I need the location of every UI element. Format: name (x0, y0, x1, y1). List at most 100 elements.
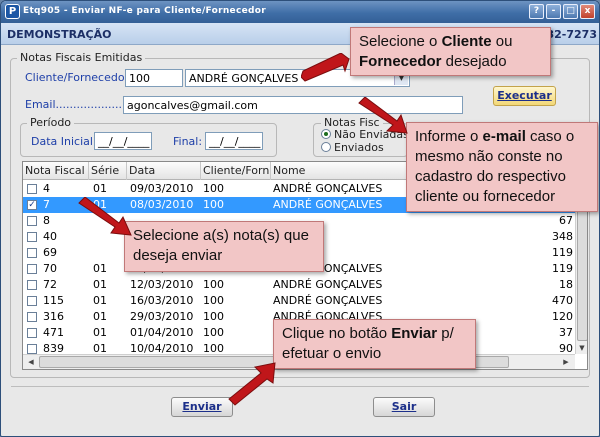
arrow-to-email-icon (358, 97, 408, 134)
cell-cliente: 100 (203, 310, 224, 323)
arrow-to-notas-icon (78, 197, 132, 236)
checkbox-icon[interactable] (27, 296, 37, 306)
callout-email: Informe o e-mail caso o mesmo não conste… (406, 122, 598, 212)
close-icon[interactable]: x (580, 4, 595, 19)
data-final-input[interactable]: __/__/____ (205, 132, 263, 150)
callout-1-bold-cliente: Cliente (441, 33, 492, 50)
callout-select-notas: Selecione a(s) nota(s) que deseja enviar (124, 221, 324, 272)
cell-nome: ANDRÉ GONÇALVES (273, 198, 383, 211)
cell-nota-fiscal: 70 (43, 262, 57, 275)
checkbox-icon[interactable] (27, 248, 37, 258)
radio-selected-icon[interactable] (321, 129, 331, 139)
checkbox-icon[interactable] (27, 328, 37, 338)
cell-data: 09/03/2010 (130, 182, 194, 195)
cell-nota-fiscal: 471 (43, 326, 64, 339)
cell-valor: 37 (559, 326, 573, 339)
cell-valor: 470 (552, 294, 573, 307)
callout-2-text: Informe o (415, 128, 483, 145)
email-input[interactable]: agoncalves@gmail.com (123, 96, 463, 114)
callout-enviar: Clique no botão Enviar p/ efetuar o envi… (273, 319, 476, 369)
callout-select-cliente: Selecione o Cliente ou Fornecedor deseja… (350, 27, 551, 76)
sair-button[interactable]: Sair (373, 397, 435, 417)
cell-data: 16/03/2010 (130, 294, 194, 307)
cell-data: 29/03/2010 (130, 310, 194, 323)
data-inicial-label: Data Inicial: (31, 135, 97, 148)
periodo-label: Período (27, 116, 75, 129)
enviar-button[interactable]: Enviar (171, 397, 233, 417)
callout-1-text: Selecione o (359, 33, 442, 50)
cell-nota-fiscal: 316 (43, 310, 64, 323)
cell-nome: ANDRÉ GONÇALVES (273, 278, 383, 291)
cell-nota-fiscal: 8 (43, 214, 50, 227)
checkbox-icon[interactable] (27, 232, 37, 242)
help-icon[interactable]: ? (529, 4, 544, 19)
cell-data: 01/04/2010 (130, 326, 194, 339)
cell-cliente: 100 (203, 326, 224, 339)
checkbox-icon[interactable] (27, 216, 37, 226)
callout-1-text-end: desejado (441, 53, 507, 70)
scroll-down-icon[interactable]: ▼ (576, 342, 587, 354)
checkbox-icon[interactable] (27, 184, 37, 194)
table-row[interactable]: 72 01 12/03/2010 100 ANDRÉ GONÇALVES 18 (23, 277, 575, 293)
callout-1-text-mid: ou (491, 33, 513, 50)
cell-nota-fiscal: 72 (43, 278, 57, 291)
cell-serie: 01 (93, 326, 107, 339)
cell-nota-fiscal: 7 (43, 198, 50, 211)
col-nota-fiscal[interactable]: Nota Fiscal (23, 162, 89, 180)
checkbox-checked-icon[interactable]: ✓ (27, 200, 37, 210)
cell-cliente: 100 (203, 294, 224, 307)
cell-cliente: 100 (203, 278, 224, 291)
executar-button[interactable]: Executar (493, 86, 556, 106)
cell-data: 08/03/2010 (130, 198, 194, 211)
callout-4-text: Clique no botão (282, 325, 392, 342)
col-serie[interactable]: Série (89, 162, 127, 180)
cell-valor: 120 (552, 310, 573, 323)
cliente-name: ANDRÉ GONÇALVES (189, 72, 299, 85)
app-icon: P (5, 4, 20, 19)
callout-3-text: Selecione a(s) nota(s) que deseja enviar (133, 227, 309, 264)
callout-2-bold-email: e-mail (482, 128, 526, 145)
footer-divider (11, 386, 589, 387)
cell-cliente: 100 (203, 198, 224, 211)
cell-cliente: 100 (203, 182, 224, 195)
cell-data: 12/03/2010 (130, 278, 194, 291)
data-final-label: Final: (173, 135, 203, 148)
notas-emitidas-label: Notas Fiscais Emitidas (17, 51, 146, 64)
scroll-left-icon[interactable]: ◀ (25, 356, 37, 368)
window-title: Etq905 - Enviar NF-e para Cliente/Fornec… (23, 6, 266, 16)
cell-valor: 119 (552, 246, 573, 259)
cell-nota-fiscal: 40 (43, 230, 57, 243)
maximize-icon[interactable]: □ (563, 4, 578, 19)
col-cliente[interactable]: Cliente/Forn. (201, 162, 271, 180)
banner-title: DEMONSTRAÇÃO (7, 28, 112, 41)
cell-serie: 01 (93, 310, 107, 323)
cell-serie: 01 (93, 294, 107, 307)
cell-nota-fiscal: 4 (43, 182, 50, 195)
cell-nome: ANDRÉ GONÇALVES (273, 182, 383, 195)
cell-nome: ANDRÉ GONÇALVES (273, 294, 383, 307)
data-inicial-input[interactable]: __/__/____ (94, 132, 152, 150)
callout-4-bold-enviar: Enviar (391, 325, 438, 342)
checkbox-icon[interactable] (27, 344, 37, 354)
cell-valor: 348 (552, 230, 573, 243)
cliente-label: Cliente/Fornecedor: (25, 71, 133, 84)
checkbox-icon[interactable] (27, 280, 37, 290)
table-row[interactable]: 115 01 16/03/2010 100 ANDRÉ GONÇALVES 470 (23, 293, 575, 309)
checkbox-icon[interactable] (27, 312, 37, 322)
arrow-to-enviar-icon (228, 362, 276, 406)
cell-nota-fiscal: 69 (43, 246, 57, 259)
arrow-to-cliente-icon (301, 53, 350, 82)
cliente-code-input[interactable]: 100 (125, 69, 183, 87)
radio-enviados-label: Enviados (334, 141, 384, 154)
col-data[interactable]: Data (127, 162, 201, 180)
title-bar[interactable]: P Etq905 - Enviar NF-e para Cliente/Forn… (1, 1, 599, 23)
radio-enviados[interactable]: Enviados (321, 141, 384, 154)
cell-serie: 01 (93, 278, 107, 291)
callout-1-bold-fornecedor: Fornecedor (359, 53, 442, 70)
radio-unselected-icon[interactable] (321, 142, 331, 152)
cell-nota-fiscal: 115 (43, 294, 64, 307)
checkbox-icon[interactable] (27, 264, 37, 274)
minimize-icon[interactable]: - (546, 4, 561, 19)
scroll-right-icon[interactable]: ▶ (560, 356, 572, 368)
cell-valor: 119 (552, 262, 573, 275)
